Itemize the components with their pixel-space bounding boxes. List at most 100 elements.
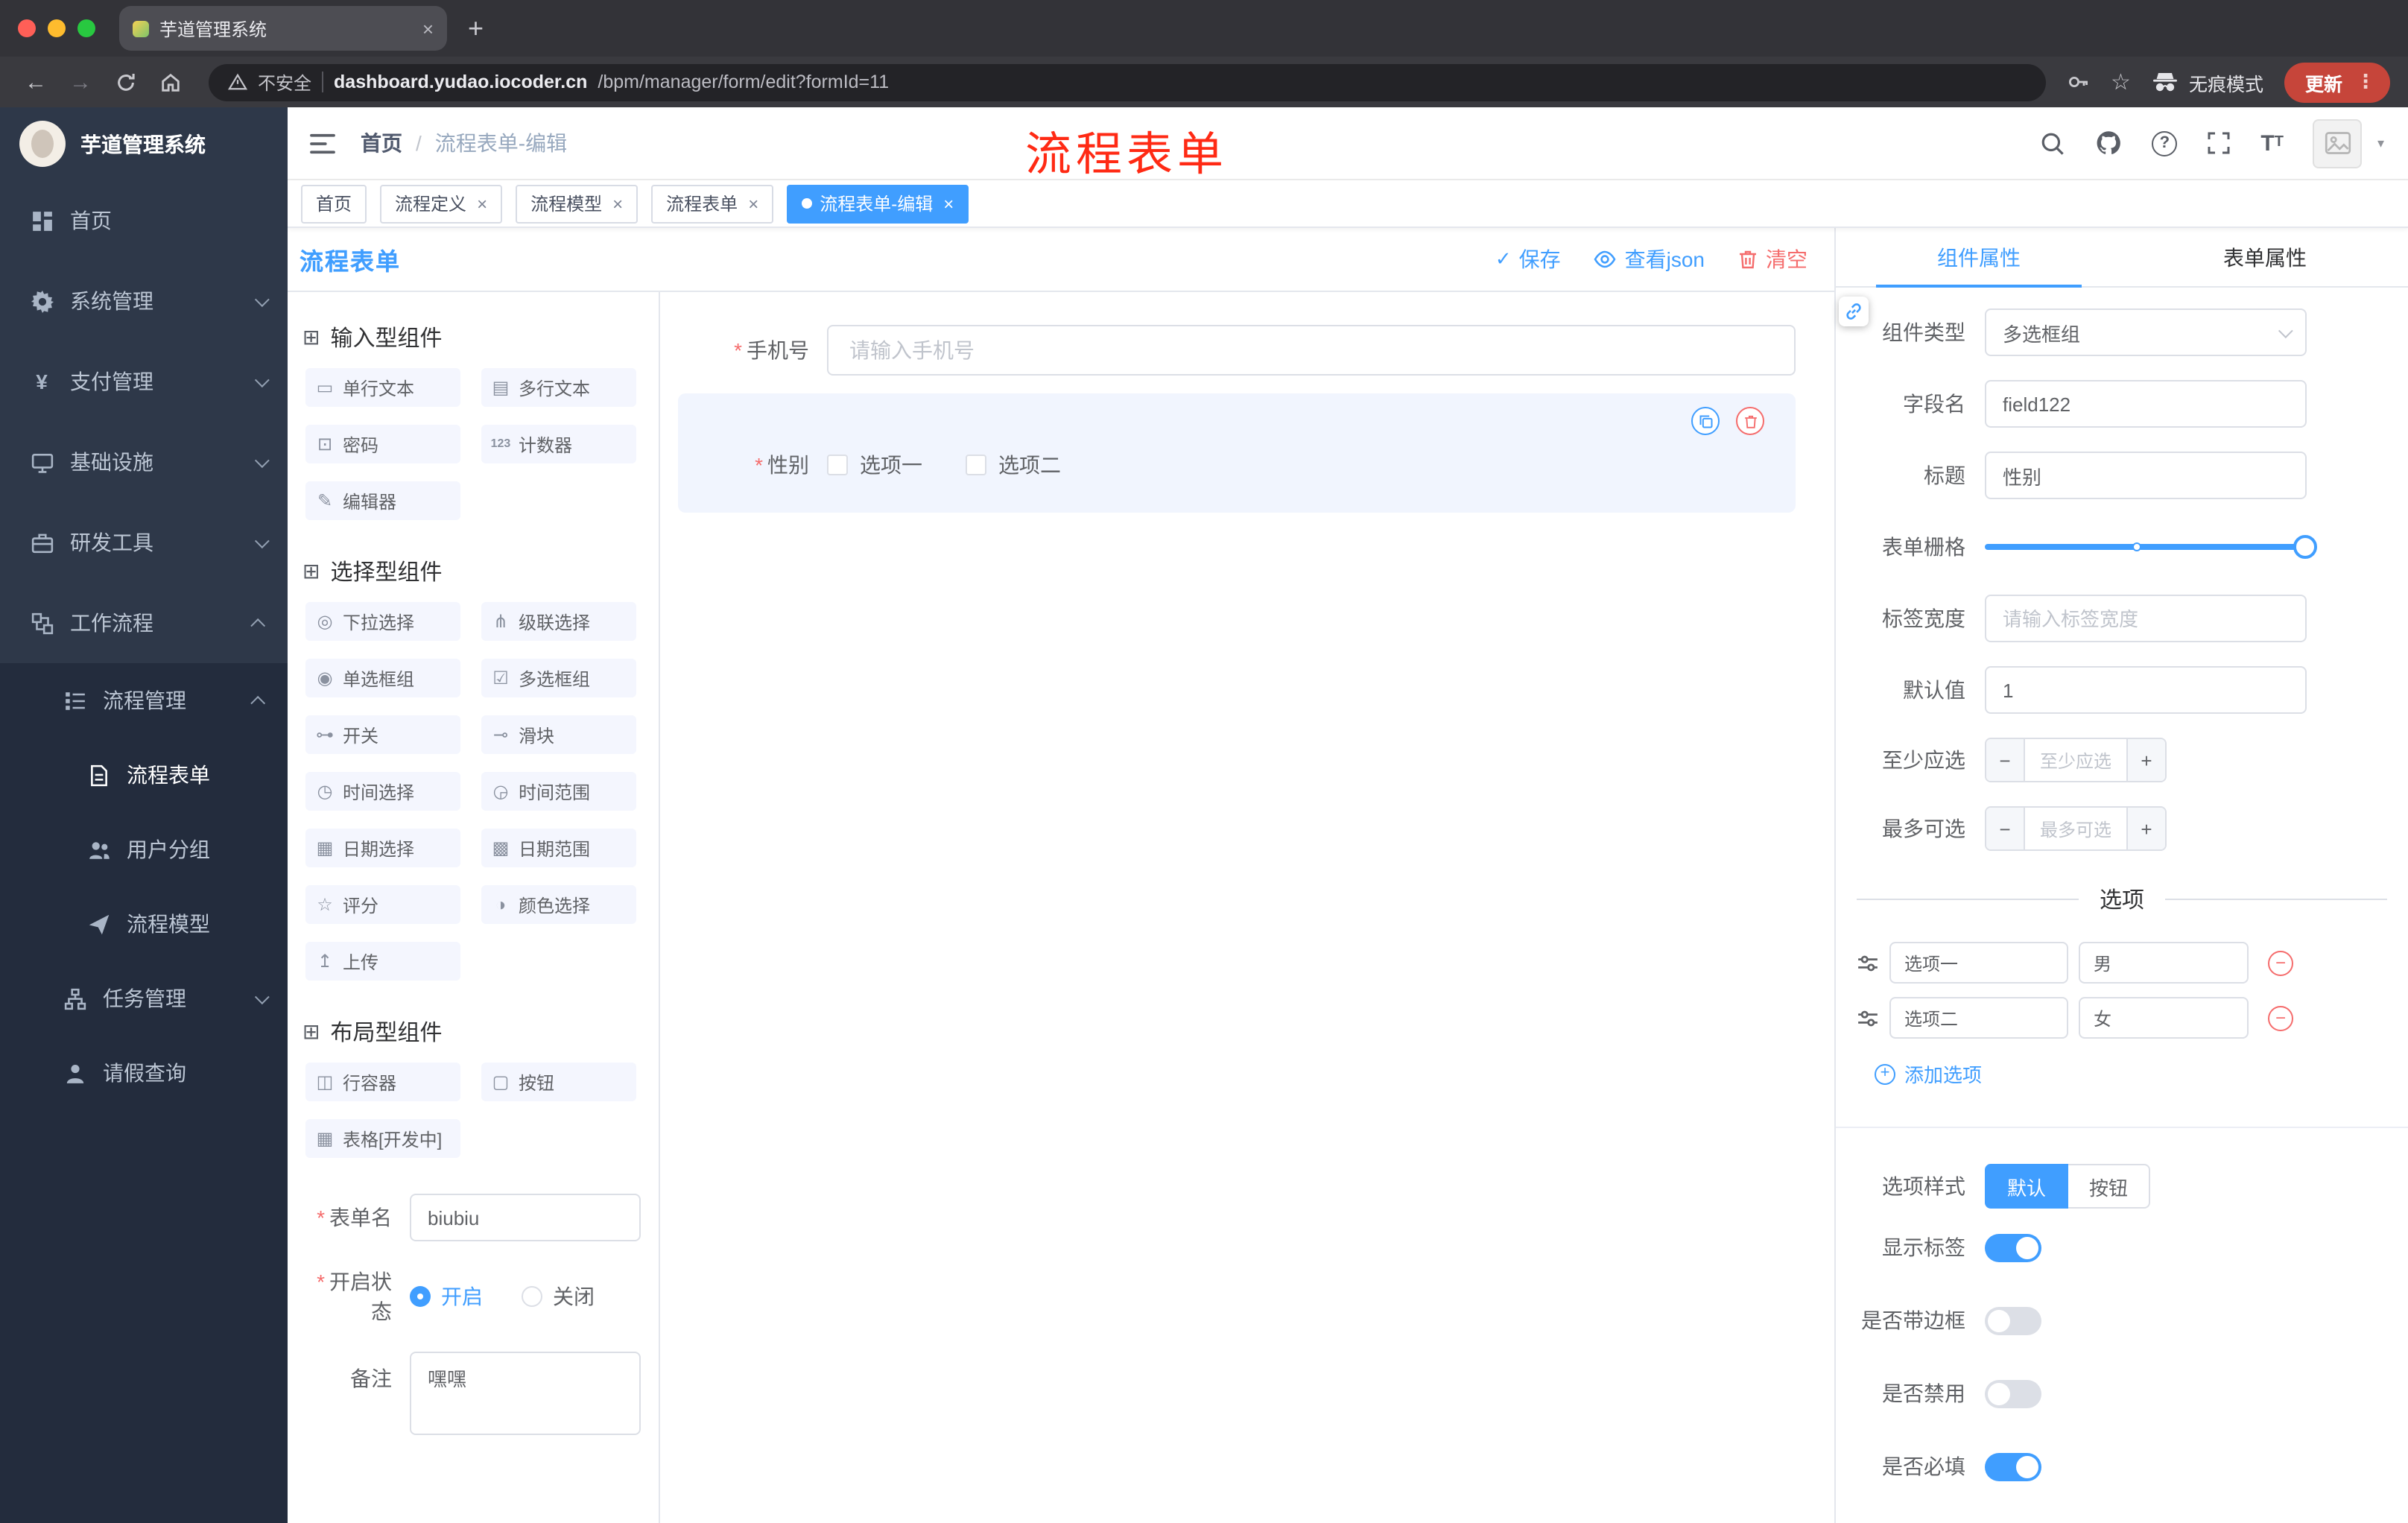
palette-item-password[interactable]: ⊡ 密码 bbox=[305, 425, 460, 463]
remove-option-button[interactable]: − bbox=[2268, 950, 2293, 975]
clear-button[interactable]: 清空 bbox=[1737, 244, 1807, 274]
tab-form-properties[interactable]: 表单属性 bbox=[2122, 228, 2408, 286]
increment-button[interactable]: + bbox=[2126, 739, 2165, 781]
title-input[interactable] bbox=[1985, 452, 2307, 499]
tag-close-icon[interactable]: × bbox=[748, 193, 758, 214]
font-size-icon[interactable]: TT bbox=[2260, 132, 2284, 154]
back-button[interactable]: ← bbox=[18, 64, 54, 100]
palette-item-cascader[interactable]: ⋔ 级联选择 bbox=[481, 602, 636, 641]
gender-option-2-checkbox[interactable]: 选项二 bbox=[966, 450, 1061, 480]
sidebar-item-process-form[interactable]: 流程表单 bbox=[0, 738, 288, 812]
palette-item-checkbox-group[interactable]: ☑ 多选框组 bbox=[481, 659, 636, 697]
breadcrumb-home[interactable]: 首页 bbox=[361, 128, 402, 158]
gender-option-1-checkbox[interactable]: 选项一 bbox=[827, 450, 922, 480]
tag-process-model[interactable]: 流程模型 × bbox=[516, 184, 639, 223]
sidebar-item-infrastructure[interactable]: 基础设施 bbox=[0, 422, 288, 502]
browser-menu-icon[interactable]: ⋮ bbox=[2356, 70, 2375, 94]
palette-item-text-input[interactable]: ▭ 单行文本 bbox=[305, 368, 460, 407]
bookmark-star-icon[interactable]: ☆ bbox=[2111, 69, 2131, 95]
component-type-select[interactable]: 多选框组 bbox=[1985, 308, 2307, 356]
tab-close-icon[interactable]: × bbox=[422, 17, 434, 39]
palette-item-date-range[interactable]: ▩ 日期范围 bbox=[481, 829, 636, 867]
decrement-button[interactable]: − bbox=[1986, 739, 2025, 781]
remove-option-button[interactable]: − bbox=[2268, 1005, 2293, 1030]
sidebar-item-system[interactable]: 系统管理 bbox=[0, 261, 288, 341]
forward-button[interactable]: → bbox=[63, 64, 98, 100]
sidebar-item-devtools[interactable]: 研发工具 bbox=[0, 502, 288, 583]
tag-process-definition[interactable]: 流程定义 × bbox=[380, 184, 503, 223]
browser-update-button[interactable]: 更新 ⋮ bbox=[2284, 62, 2390, 102]
github-icon[interactable] bbox=[2095, 130, 2122, 156]
status-off-radio[interactable]: 关闭 bbox=[522, 1282, 595, 1311]
decrement-button[interactable]: − bbox=[1986, 808, 2025, 849]
remark-textarea[interactable]: 嘿嘿 bbox=[410, 1352, 641, 1435]
sidebar-item-task-management[interactable]: 任务管理 bbox=[0, 961, 288, 1036]
palette-item-slider[interactable]: ⊸ 滑块 bbox=[481, 715, 636, 754]
palette-item-button[interactable]: ▢ 按钮 bbox=[481, 1063, 636, 1101]
increment-button[interactable]: + bbox=[2126, 808, 2165, 849]
form-name-input[interactable] bbox=[410, 1194, 641, 1241]
grid-slider[interactable] bbox=[1985, 523, 2317, 571]
drag-handle-icon[interactable] bbox=[1857, 1007, 1879, 1029]
border-switch[interactable] bbox=[1985, 1306, 2041, 1334]
tag-process-form-edit[interactable]: 流程表单-编辑 × bbox=[787, 184, 969, 223]
not-secure-warning-icon[interactable] bbox=[228, 73, 247, 91]
palette-item-editor[interactable]: ✎ 编辑器 bbox=[305, 481, 460, 520]
phone-input[interactable] bbox=[827, 325, 1796, 376]
form-field-gender-selected[interactable]: * 性别 选项一 选项二 bbox=[678, 393, 1796, 513]
delete-component-button[interactable] bbox=[1736, 407, 1764, 435]
sidebar-item-home[interactable]: 首页 bbox=[0, 180, 288, 261]
style-default-button[interactable]: 默认 bbox=[1985, 1164, 2069, 1209]
option-2-label-input[interactable] bbox=[1889, 997, 2068, 1039]
sidebar-logo[interactable]: 芋道管理系统 bbox=[0, 107, 288, 180]
option-1-value-input[interactable] bbox=[2079, 942, 2249, 984]
reload-button[interactable] bbox=[107, 64, 143, 100]
sidebar-item-process-management[interactable]: 流程管理 bbox=[0, 663, 288, 738]
palette-item-color-picker[interactable]: ◑ 颜色选择 bbox=[481, 885, 636, 924]
sidebar-item-workflow[interactable]: 工作流程 bbox=[0, 583, 288, 663]
add-option-button[interactable]: + 添加选项 bbox=[1875, 1060, 2408, 1088]
search-icon[interactable] bbox=[2040, 130, 2065, 156]
tag-close-icon[interactable]: × bbox=[612, 193, 623, 214]
slider-handle[interactable] bbox=[2293, 535, 2317, 559]
fullscreen-icon[interactable] bbox=[2207, 131, 2231, 155]
window-zoom-button[interactable] bbox=[77, 19, 95, 37]
save-button[interactable]: ✓ 保存 bbox=[1495, 244, 1561, 274]
label-width-input[interactable] bbox=[1985, 595, 2307, 642]
disabled-switch[interactable] bbox=[1985, 1379, 2041, 1408]
help-icon[interactable]: ? bbox=[2152, 130, 2178, 156]
window-minimize-button[interactable] bbox=[48, 19, 66, 37]
view-json-button[interactable]: 查看json bbox=[1594, 244, 1705, 274]
sidebar-item-payment[interactable]: ¥ 支付管理 bbox=[0, 341, 288, 422]
palette-item-switch[interactable]: ⊶ 开关 bbox=[305, 715, 460, 754]
palette-item-textarea[interactable]: ▤ 多行文本 bbox=[481, 368, 636, 407]
sidebar-toggle-button[interactable] bbox=[310, 132, 335, 154]
tag-close-icon[interactable]: × bbox=[943, 193, 954, 214]
avatar-caret-icon[interactable]: ▾ bbox=[2377, 135, 2384, 151]
user-avatar[interactable] bbox=[2313, 118, 2363, 168]
palette-item-rate[interactable]: ☆ 评分 bbox=[305, 885, 460, 924]
style-button-button[interactable]: 按钮 bbox=[2068, 1164, 2151, 1209]
link-button[interactable] bbox=[1839, 297, 1869, 326]
sidebar-item-user-group[interactable]: 用户分组 bbox=[0, 812, 288, 887]
palette-item-row-container[interactable]: ◫ 行容器 bbox=[305, 1063, 460, 1101]
palette-item-table[interactable]: ▦ 表格[开发中] bbox=[305, 1119, 460, 1158]
palette-item-select[interactable]: ◎ 下拉选择 bbox=[305, 602, 460, 641]
sidebar-item-leave-query[interactable]: 请假查询 bbox=[0, 1036, 288, 1110]
palette-item-upload[interactable]: ↥ 上传 bbox=[305, 942, 460, 981]
palette-item-date-picker[interactable]: ▦ 日期选择 bbox=[305, 829, 460, 867]
window-close-button[interactable] bbox=[18, 19, 36, 37]
tag-close-icon[interactable]: × bbox=[477, 193, 487, 214]
tab-component-properties[interactable]: 组件属性 bbox=[1836, 228, 2122, 288]
field-name-input[interactable] bbox=[1985, 380, 2307, 428]
required-switch[interactable] bbox=[1985, 1452, 2041, 1481]
stepper-placeholder[interactable]: 最多可选 bbox=[2025, 808, 2126, 849]
copy-component-button[interactable] bbox=[1691, 407, 1720, 435]
default-value-input[interactable] bbox=[1985, 666, 2307, 714]
url-bar[interactable]: 不安全 dashboard.yudao.iocoder.cn /bpm/mana… bbox=[209, 63, 2046, 101]
status-on-radio[interactable]: 开启 bbox=[410, 1282, 483, 1311]
sidebar-item-process-model[interactable]: 流程模型 bbox=[0, 887, 288, 961]
browser-tab[interactable]: 芋道管理系统 × bbox=[119, 6, 447, 51]
tag-home[interactable]: 首页 bbox=[301, 184, 367, 223]
palette-item-counter[interactable]: 123 计数器 bbox=[481, 425, 636, 463]
